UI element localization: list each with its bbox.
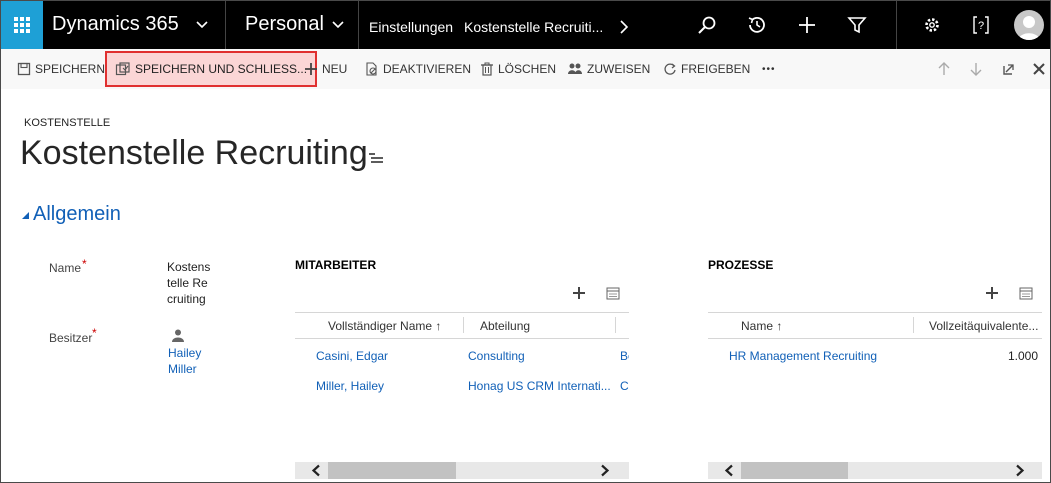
deactivate-button[interactable]: DEAKTIVIEREN: [365, 49, 471, 89]
employee-department-link[interactable]: Consulting: [468, 349, 611, 363]
plus-icon: [305, 63, 317, 75]
nav-divider: [896, 1, 897, 49]
column-header-name[interactable]: Name ↑: [741, 319, 782, 333]
top-navigation-bar: Dynamics 365 Personal Einstellungen Kost…: [1, 1, 1050, 49]
employee-name-link[interactable]: Casini, Edgar: [316, 349, 461, 363]
delete-button[interactable]: LÖSCHEN: [480, 49, 556, 89]
employees-grid-header: Vollständiger Name ↑ Abteilung: [295, 313, 629, 339]
deactivate-icon: [366, 62, 377, 76]
grid-view-icon[interactable]: [606, 287, 620, 300]
employee-extra-link[interactable]: C: [620, 379, 629, 393]
breadcrumb-settings[interactable]: Einstellungen: [369, 19, 453, 35]
column-header-fte[interactable]: Vollzeitäquivalente...: [929, 319, 1041, 333]
form-selector-icon[interactable]: [367, 151, 385, 165]
arrow-down-icon[interactable]: [969, 61, 983, 77]
plus-icon[interactable]: [796, 14, 818, 36]
employee-extra-link[interactable]: Be: [620, 349, 629, 363]
add-record-icon[interactable]: [572, 286, 586, 300]
section-title[interactable]: Allgemein: [33, 203, 121, 226]
scrollbar-thumb[interactable]: [328, 462, 456, 479]
process-fte-value: 1.000: [1007, 349, 1038, 363]
process-grid-title: PROZESSE: [708, 258, 774, 272]
breadcrumb-record[interactable]: Kostenstelle Recruiti...: [464, 19, 603, 35]
chevron-down-icon[interactable]: [331, 16, 345, 34]
history-icon[interactable]: [746, 14, 768, 36]
nav-divider: [358, 1, 359, 49]
record-title: Kostenstelle Recruiting: [20, 134, 368, 172]
column-header-full-name[interactable]: Vollständiger Name ↑: [328, 319, 441, 333]
entity-type-label: KOSTENSTELLE: [24, 117, 111, 129]
area-selector[interactable]: Personal: [245, 13, 324, 36]
horizontal-scrollbar[interactable]: [295, 462, 629, 479]
employee-name-link[interactable]: Miller, Hailey: [316, 379, 461, 393]
trash-icon: [481, 62, 493, 76]
column-separator[interactable]: [615, 317, 616, 333]
chevron-right-icon[interactable]: [618, 18, 630, 36]
owner-lookup-link[interactable]: Hailey Miller: [168, 345, 218, 377]
required-marker: *: [82, 257, 87, 271]
name-field-value[interactable]: Kostenstelle Recruiting: [167, 259, 211, 307]
scrollbar-thumb[interactable]: [741, 462, 848, 479]
arrow-up-icon[interactable]: [937, 61, 951, 77]
nav-divider: [225, 1, 226, 49]
column-header-department[interactable]: Abteilung: [480, 319, 530, 333]
waffle-icon: [14, 17, 30, 33]
app-window: Dynamics 365 Personal Einstellungen Kost…: [0, 0, 1051, 483]
more-commands-button[interactable]: •••: [762, 49, 776, 89]
app-launcher-button[interactable]: [1, 1, 43, 49]
svg-text:?: ?: [978, 20, 984, 32]
assign-button[interactable]: ZUWEISEN: [567, 49, 650, 89]
employee-department-link[interactable]: Honag US CRM Internati...: [468, 379, 611, 393]
horizontal-scrollbar[interactable]: [708, 462, 1042, 479]
save-and-close-button[interactable]: SPEICHERN UND SCHLIEß...: [105, 51, 318, 87]
chevron-left-icon[interactable]: [724, 464, 734, 477]
required-marker: *: [92, 326, 97, 340]
save-button[interactable]: SPEICHERN: [17, 49, 105, 89]
app-brand[interactable]: Dynamics 365: [52, 13, 179, 36]
person-icon: [172, 329, 184, 342]
name-field-label: Name: [49, 261, 82, 275]
share-button[interactable]: FREIGEBEN: [663, 49, 750, 89]
grid-view-icon[interactable]: [1019, 287, 1033, 300]
popout-icon[interactable]: [1001, 61, 1015, 77]
chevron-down-icon[interactable]: [195, 16, 209, 34]
search-icon[interactable]: [696, 14, 718, 36]
save-and-close-icon: [115, 62, 130, 76]
chevron-right-icon[interactable]: [1015, 464, 1025, 477]
chevron-left-icon[interactable]: [311, 464, 321, 477]
employees-grid-title: MITARBEITER: [295, 258, 377, 272]
save-icon: [17, 62, 31, 76]
filter-icon[interactable]: [846, 14, 868, 36]
owner-field-label: Besitzer: [49, 331, 93, 345]
help-icon[interactable]: ?: [970, 14, 992, 36]
process-name-link[interactable]: HR Management Recruiting: [729, 349, 909, 363]
user-avatar[interactable]: [1014, 10, 1044, 40]
add-record-icon[interactable]: [985, 286, 999, 300]
users-icon: [568, 63, 582, 74]
person-icon: [1018, 16, 1040, 40]
share-icon: [664, 63, 676, 75]
close-icon[interactable]: [1032, 61, 1046, 77]
column-separator[interactable]: [913, 317, 914, 333]
process-grid-header: Name ↑ Vollzeitäquivalente...: [708, 313, 1042, 339]
section-collapse-icon[interactable]: [21, 211, 31, 221]
column-separator[interactable]: [463, 317, 464, 333]
new-button[interactable]: NEU: [304, 49, 347, 89]
gear-icon[interactable]: [921, 14, 943, 36]
command-bar: SPEICHERN SPEICHERN UND SCHLIEß... NEU D…: [1, 49, 1050, 89]
chevron-right-icon[interactable]: [600, 464, 610, 477]
